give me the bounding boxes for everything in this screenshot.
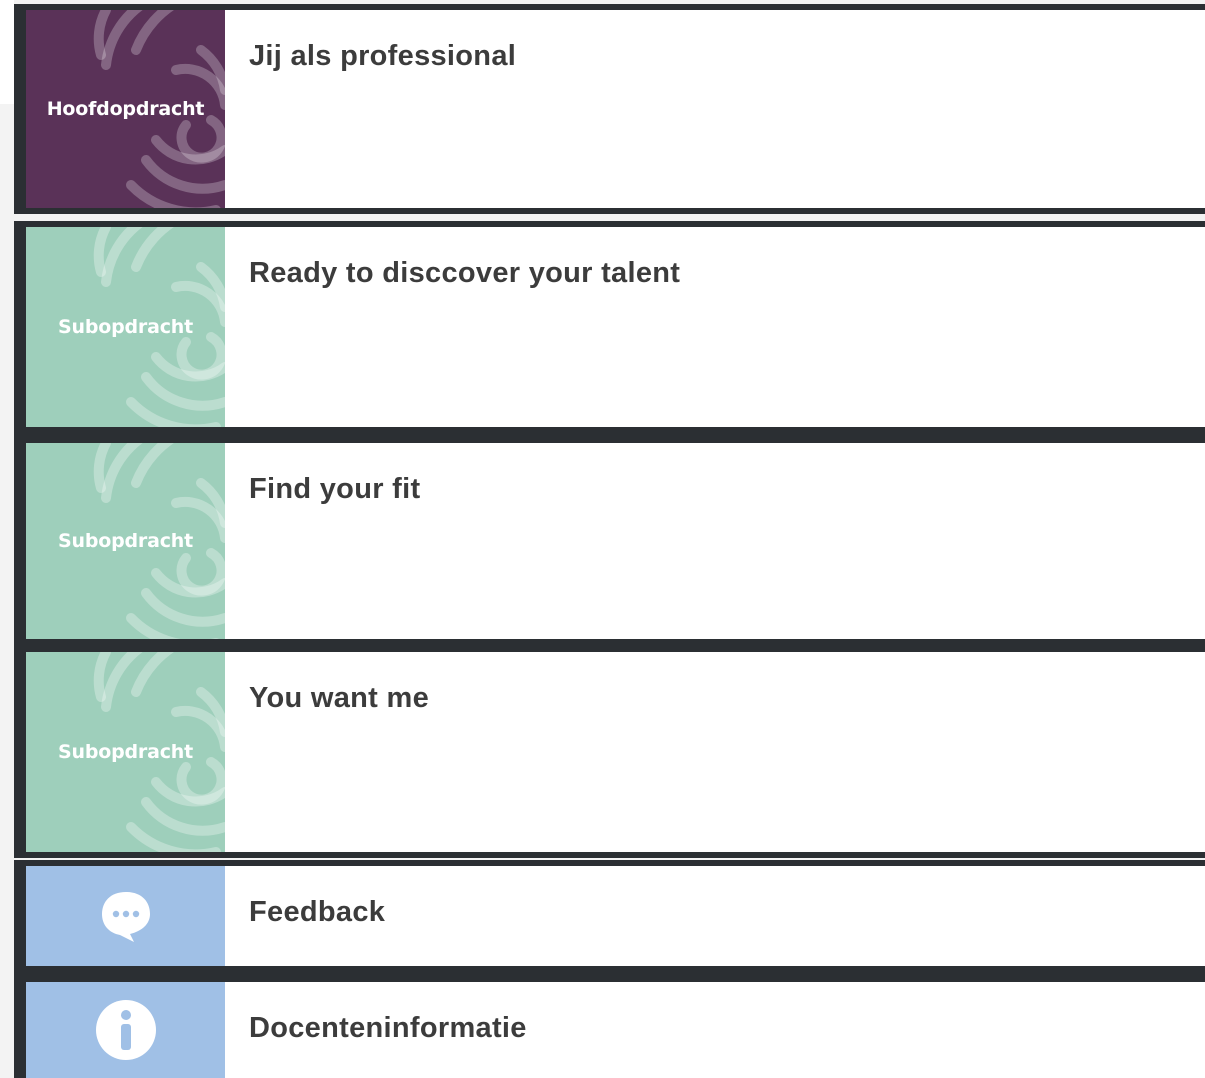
tile-label: Subopdracht [58, 530, 193, 552]
info-icon [95, 1000, 156, 1060]
tile-label: Hoofdopdracht [46, 98, 205, 120]
card-docenteninformatie[interactable]: Docenteninformatie [14, 966, 1205, 1078]
card-title[interactable]: You want me [225, 652, 429, 852]
card-jij-als-professional[interactable]: Hoofdopdracht Jij als professional [14, 4, 1205, 214]
subopdracht-tile: Subopdracht [26, 227, 225, 427]
tile-label: Subopdracht [58, 316, 193, 338]
card-title[interactable]: Jij als professional [225, 10, 516, 208]
speech-bubble-icon [101, 892, 150, 942]
card-you-want-me[interactable]: Subopdracht You want me [14, 640, 1205, 858]
docenteninformatie-tile [26, 982, 225, 1078]
card-ready-to-disccover-your-talent[interactable]: Subopdracht Ready to disccover your tale… [14, 221, 1205, 443]
hoofdopdracht-tile: Hoofdopdracht [26, 10, 225, 208]
card-title[interactable]: Ready to disccover your talent [225, 227, 680, 427]
subopdracht-tile: Subopdracht [26, 443, 225, 639]
card-title[interactable]: Find your fit [225, 443, 420, 639]
card-find-your-fit[interactable]: Subopdracht Find your fit [14, 427, 1205, 653]
card-title[interactable]: Docenteninformatie [225, 982, 527, 1078]
card-feedback[interactable]: Feedback [14, 860, 1205, 982]
card-title[interactable]: Feedback [225, 866, 385, 966]
left-white-strip [0, 0, 14, 104]
page: Hoofdopdracht Jij als professional Subop… [0, 0, 1205, 1078]
tile-label: Subopdracht [58, 741, 193, 763]
feedback-tile [26, 866, 225, 966]
subopdracht-tile: Subopdracht [26, 652, 225, 852]
